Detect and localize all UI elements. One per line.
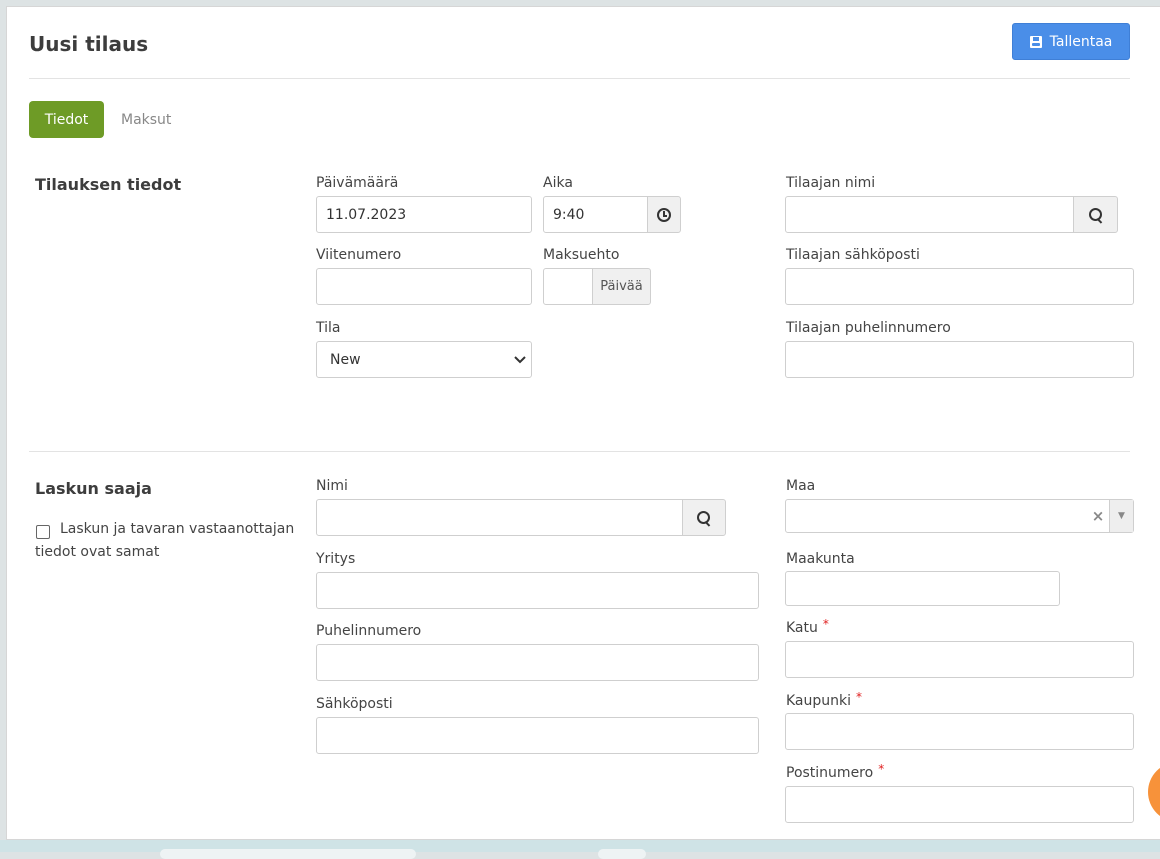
- save-button[interactable]: Tallentaa: [1012, 23, 1130, 60]
- region-input[interactable]: [785, 571, 1060, 606]
- status-select[interactable]: New: [316, 341, 532, 378]
- customer-email-input[interactable]: [785, 268, 1134, 305]
- required-marker: *: [822, 617, 829, 631]
- region-label: Maakunta: [786, 551, 855, 567]
- city-label: Kaupunki *: [786, 690, 863, 709]
- postal-label-text: Postinumero: [786, 765, 874, 781]
- company-label: Yritys: [316, 551, 356, 567]
- email-input[interactable]: [316, 717, 759, 754]
- customer-name-label: Tilaajan nimi: [786, 175, 876, 191]
- time-input[interactable]: 9:40: [543, 196, 649, 233]
- order-details-title: Tilauksen tiedot: [35, 175, 182, 194]
- customer-phone-label: Tilaajan puhelinnumero: [786, 320, 951, 336]
- clear-icon[interactable]: ×: [1087, 507, 1109, 525]
- billing-title: Laskun saaja: [35, 479, 152, 498]
- tab-tiedot[interactable]: Tiedot: [29, 101, 104, 138]
- time-picker-button[interactable]: [647, 196, 681, 233]
- required-marker: *: [856, 690, 863, 704]
- date-label: Päivämäärä: [316, 175, 399, 191]
- payment-terms-label: Maksuehto: [543, 247, 620, 263]
- customer-email-label: Tilaajan sähköposti: [786, 247, 920, 263]
- taskbar-item[interactable]: [160, 849, 416, 859]
- required-marker: *: [878, 762, 885, 776]
- city-label-text: Kaupunki: [786, 693, 852, 709]
- street-label-text: Katu: [786, 620, 818, 636]
- phone-input[interactable]: [316, 644, 759, 681]
- header-divider: [29, 78, 1130, 79]
- same-info-label-line1: Laskun ja tavaran vastaanottajan: [60, 521, 295, 537]
- reference-input[interactable]: [316, 268, 532, 305]
- reference-label: Viitenumero: [316, 247, 402, 263]
- status-label: Tila: [316, 320, 341, 336]
- postal-input[interactable]: [785, 786, 1134, 823]
- company-input[interactable]: [316, 572, 759, 609]
- street-input[interactable]: [785, 641, 1134, 678]
- date-value: 11.07.2023: [326, 206, 407, 223]
- customer-name-input[interactable]: [785, 196, 1075, 233]
- country-label: Maa: [786, 478, 816, 494]
- chevron-down-icon: [514, 355, 526, 363]
- name-input[interactable]: [316, 499, 684, 536]
- postal-label: Postinumero *: [786, 762, 885, 781]
- section-divider: [29, 451, 1130, 452]
- name-label: Nimi: [316, 478, 348, 494]
- payment-terms-input[interactable]: [543, 268, 594, 305]
- time-value: 9:40: [553, 206, 585, 223]
- customer-phone-input[interactable]: [785, 341, 1134, 378]
- street-label: Katu *: [786, 617, 829, 636]
- tab-maksut[interactable]: Maksut: [121, 101, 171, 138]
- country-select[interactable]: × ▼: [785, 499, 1134, 533]
- save-icon: [1029, 35, 1042, 48]
- customer-search-button[interactable]: [1073, 196, 1118, 233]
- time-label: Aika: [543, 175, 573, 191]
- name-search-button[interactable]: [682, 499, 726, 536]
- city-input[interactable]: [785, 713, 1134, 750]
- search-icon: [697, 510, 711, 525]
- save-button-label: Tallentaa: [1049, 33, 1113, 50]
- payment-terms-unit: Päivää: [592, 268, 651, 305]
- date-input[interactable]: 11.07.2023: [316, 196, 532, 233]
- taskbar-item[interactable]: [598, 849, 646, 859]
- phone-label: Puhelinnumero: [316, 623, 422, 639]
- same-info-checkbox[interactable]: [36, 525, 50, 539]
- page-title: Uusi tilaus: [29, 32, 149, 56]
- same-info-label-line2: tiedot ovat samat: [35, 544, 160, 560]
- status-value: New: [330, 351, 361, 368]
- chevron-down-icon[interactable]: ▼: [1109, 500, 1133, 532]
- clock-icon: [657, 207, 671, 222]
- email-label: Sähköposti: [316, 696, 393, 712]
- search-icon: [1088, 207, 1103, 222]
